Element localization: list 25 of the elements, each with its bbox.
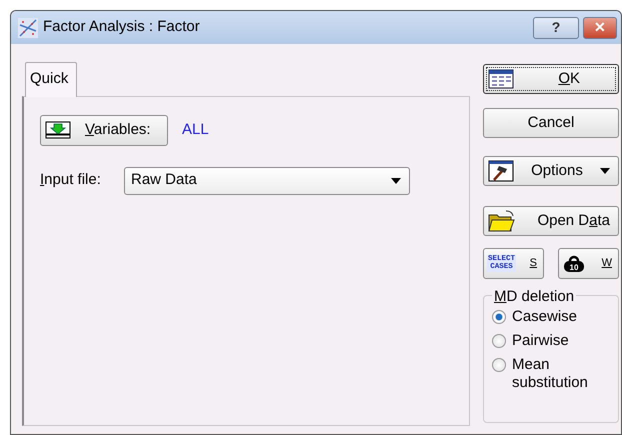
input-file-dropdown[interactable]: Raw Data bbox=[124, 166, 410, 194]
caret-icon bbox=[391, 178, 401, 184]
radio-option[interactable]: Pairwise bbox=[492, 332, 612, 350]
radio-option[interactable]: Mean substitution bbox=[492, 356, 612, 392]
cancel-button[interactable]: Cancel bbox=[483, 108, 619, 138]
open-data-button[interactable]: Open Data bbox=[483, 206, 619, 236]
caret-icon bbox=[600, 168, 610, 174]
options-button[interactable]: Options bbox=[483, 156, 619, 186]
app-icon bbox=[17, 16, 39, 38]
tab[interactable]: Quick bbox=[25, 62, 78, 96]
ok-button[interactable]: OK bbox=[483, 64, 619, 94]
radio-option[interactable]: Casewise bbox=[492, 308, 612, 326]
radio-button[interactable] bbox=[492, 358, 506, 372]
input-file-label: Input file: bbox=[40, 170, 102, 190]
weight-button[interactable]: 10 W bbox=[558, 248, 619, 279]
radio-button[interactable] bbox=[492, 310, 506, 324]
radio-button[interactable] bbox=[492, 334, 506, 348]
variables-button[interactable]: Variables: bbox=[40, 114, 168, 146]
variables-value: ALL bbox=[182, 120, 209, 140]
hammer-icon bbox=[488, 160, 514, 182]
variables-icon bbox=[45, 121, 71, 139]
folder-icon bbox=[488, 209, 516, 233]
window-title: Factor Analysis : Factor bbox=[43, 17, 200, 38]
help-button[interactable]: ? bbox=[533, 16, 579, 38]
table-icon bbox=[488, 69, 514, 89]
